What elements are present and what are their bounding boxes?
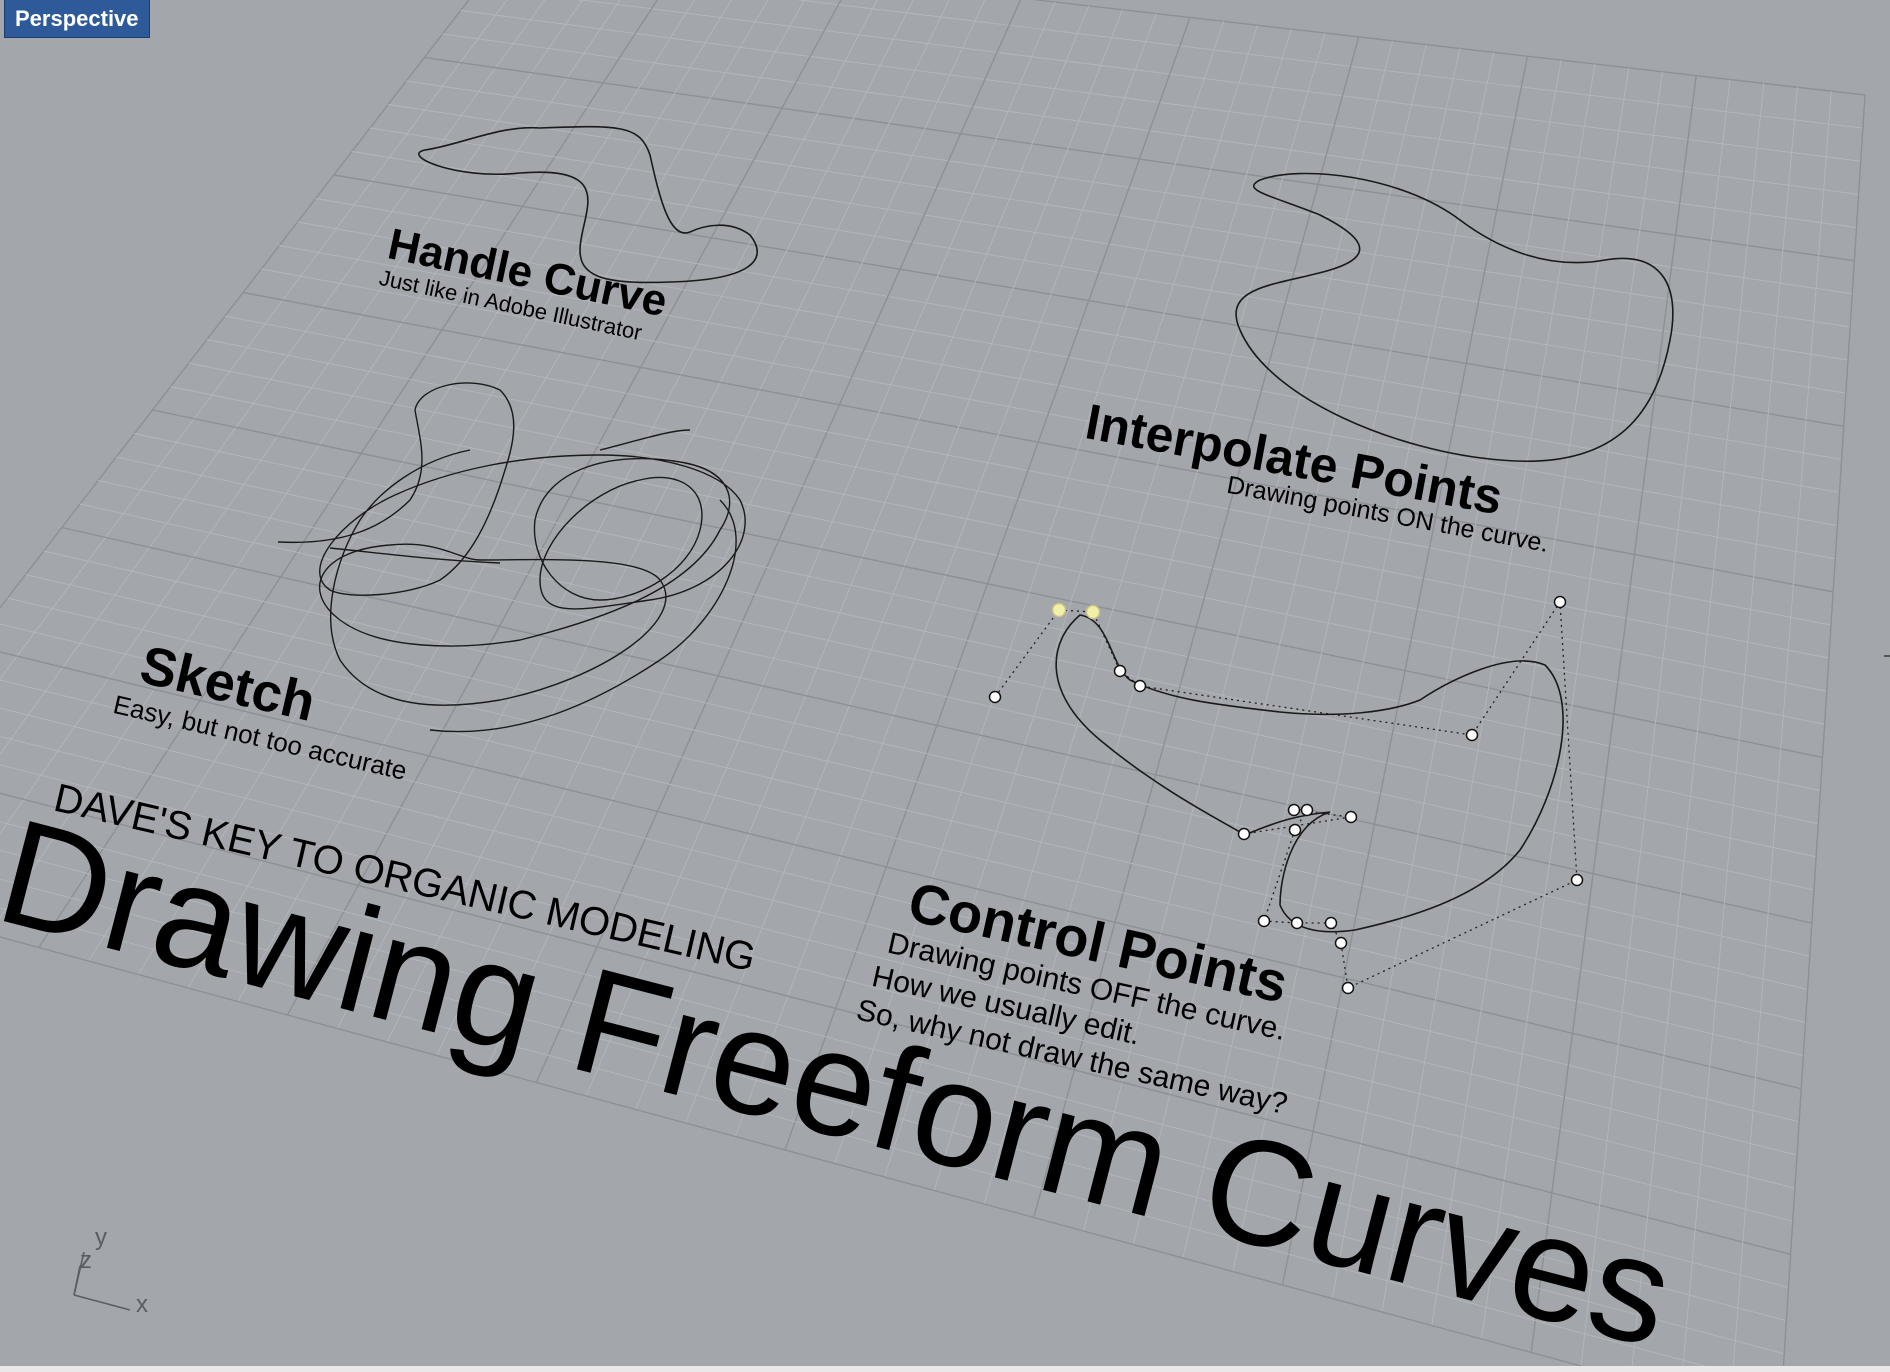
- control-point[interactable]: [1334, 936, 1348, 950]
- heading-main-text: Drawing Freeform Curves: [0, 786, 1688, 1372]
- axis-y-label: y: [95, 1224, 107, 1251]
- axis-x-label: x: [136, 1291, 148, 1318]
- grid-line: [1530, 75, 1697, 1353]
- control-point[interactable]: [1133, 679, 1147, 693]
- viewport-edge-marker: [1884, 655, 1890, 657]
- grid-line: [795, 0, 1863, 129]
- heading-main: Drawing Freeform Curves: [0, 786, 1688, 1372]
- control-point[interactable]: [1300, 803, 1314, 817]
- control-point[interactable]: [1465, 728, 1479, 742]
- control-point[interactable]: [1341, 981, 1355, 995]
- handle-curve-label: Handle Curve Just like in Adobe Illustra…: [377, 219, 671, 345]
- grid-line: [1580, 79, 1731, 1367]
- control-point[interactable]: [1324, 916, 1338, 930]
- control-point[interactable]: [1051, 602, 1067, 618]
- sketch-curve-shape[interactable]: [277, 382, 746, 733]
- interpolate-points-label: Interpolate Points Drawing points ON the…: [1081, 393, 1550, 558]
- control-point[interactable]: [1113, 664, 1127, 678]
- control-point[interactable]: [1290, 916, 1304, 930]
- axis-z-label: z: [80, 1247, 92, 1274]
- perspective-viewport[interactable]: Handle Curve Just like in Adobe Illustra…: [0, 0, 1890, 1372]
- viewport-bottom-border: [0, 1366, 1890, 1372]
- grid-line: [1681, 87, 1798, 1372]
- control-point[interactable]: [1344, 810, 1358, 824]
- grid-line: [1631, 83, 1765, 1372]
- viewport-canvas[interactable]: Handle Curve Just like in Adobe Illustra…: [0, 0, 1890, 1372]
- control-point[interactable]: [1287, 803, 1301, 817]
- control-point[interactable]: [1085, 604, 1101, 620]
- control-point[interactable]: [988, 690, 1002, 704]
- grid-line: [1782, 94, 1866, 1372]
- control-point[interactable]: [1257, 914, 1271, 928]
- interpolate-curve-shape[interactable]: [1235, 172, 1674, 462]
- grid-line: [0, 0, 546, 755]
- viewport-title-tab[interactable]: Perspective: [4, 0, 150, 38]
- control-point[interactable]: [1288, 823, 1302, 837]
- control-point[interactable]: [1237, 827, 1251, 841]
- control-points-curve-shape[interactable]: [1055, 614, 1564, 933]
- grid-line: [1031, 0, 1866, 96]
- control-point[interactable]: [1570, 873, 1584, 887]
- control-point[interactable]: [1553, 595, 1567, 609]
